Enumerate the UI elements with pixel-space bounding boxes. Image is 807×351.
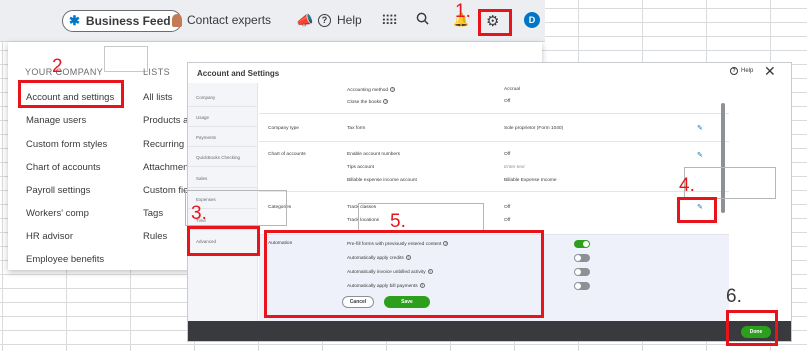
divider — [259, 113, 729, 114]
step-1-highlight — [478, 9, 512, 36]
tax-form-label: Tax form — [347, 126, 366, 131]
menu-item-tags[interactable]: Tags — [143, 208, 163, 219]
search-icon[interactable] — [416, 12, 429, 25]
menu-item-custom-form-styles[interactable]: Custom form styles — [26, 139, 107, 150]
billable-expense-income-account-label: Billable expense income account — [347, 178, 417, 183]
menu-item-employee-benefits[interactable]: Employee benefits — [26, 254, 104, 265]
divider — [259, 191, 729, 192]
sidebar-item-payments[interactable]: Payments — [196, 135, 216, 140]
step-4-highlight — [677, 197, 717, 223]
step-6-number: 6. — [726, 286, 742, 307]
billable-expense-income-account-value: Billable Expense Income — [504, 178, 557, 183]
your-company-heading: YOUR COMPANY — [25, 67, 104, 77]
menu-item-manage-users[interactable]: Manage users — [26, 115, 86, 126]
megaphone-icon[interactable]: 📣 — [296, 12, 313, 29]
divider — [188, 166, 258, 167]
menu-item-rules[interactable]: Rules — [143, 231, 167, 242]
info-icon: ? — [390, 87, 396, 92]
sidebar-item-usage[interactable]: Usage — [196, 115, 209, 120]
step-5-highlight — [264, 230, 544, 318]
enable-account-numbers-label: Enable account numbers — [347, 152, 401, 157]
step-1-number: 1. — [455, 1, 471, 22]
menu-item-custom-fields[interactable]: Custom fiel — [143, 185, 191, 196]
modal-footer: Done — [188, 321, 791, 341]
prefill-forms-toggle[interactable] — [574, 240, 590, 248]
sidebar-item-sales[interactable]: Sales — [196, 176, 207, 181]
divider — [188, 187, 258, 188]
step-2-number: 2 — [52, 56, 63, 77]
business-feed-label: Business Feed — [85, 14, 171, 28]
close-the-books-label: Close the books? — [347, 99, 389, 105]
user-avatar[interactable]: D — [524, 12, 540, 28]
step-4-number: 4. — [679, 175, 695, 196]
close-icon[interactable]: ✕ — [764, 63, 776, 79]
menu-item-payroll-settings[interactable]: Payroll settings — [26, 185, 90, 196]
tips-account-value: Enter text — [504, 165, 525, 170]
menu-item-hr-advisor[interactable]: HR advisor — [26, 231, 73, 242]
contact-experts-button[interactable]: Contact experts — [172, 13, 271, 27]
track-classes-value: Off — [504, 205, 511, 210]
question-icon: ? — [730, 67, 738, 75]
edit-pencil-icon[interactable]: ✎ — [697, 124, 703, 132]
business-feed-button[interactable]: ✱ Business Feed — [62, 10, 182, 32]
menu-item-workers-comp[interactable]: Workers' comp — [26, 208, 89, 219]
close-the-books-value: Off — [504, 99, 511, 104]
divider — [188, 146, 258, 147]
apps-grid-icon[interactable]: ⠿⠿ — [381, 13, 398, 29]
question-icon: ? — [318, 13, 331, 27]
empty-placeholder-box — [358, 203, 484, 233]
divider — [188, 106, 258, 107]
track-locations-value: Off — [504, 218, 511, 223]
modal-help-button[interactable]: ? Help — [730, 67, 753, 75]
step-5-number: 5. — [390, 211, 406, 232]
help-label: Help — [337, 13, 362, 27]
divider — [188, 126, 258, 127]
contact-experts-label: Contact experts — [187, 13, 272, 27]
tax-form-value: Sole proprietor (Form 1040) — [504, 126, 564, 131]
chart-of-accounts-section: Chart of accounts — [268, 152, 306, 157]
tips-account-label: Tips account — [347, 165, 375, 170]
empty-placeholder-box — [104, 46, 148, 72]
accounting-method-label: Accounting method? — [347, 87, 396, 93]
divider — [259, 141, 729, 142]
auto-apply-bill-payments-toggle[interactable] — [574, 282, 590, 290]
info-icon: ? — [383, 99, 389, 104]
enable-account-numbers-value: Off — [504, 152, 511, 157]
lists-heading: LISTS — [143, 67, 171, 77]
auto-apply-credits-toggle[interactable] — [574, 254, 590, 262]
menu-item-chart-of-accounts[interactable]: Chart of accounts — [26, 162, 100, 173]
edit-pencil-icon[interactable]: ✎ — [697, 151, 703, 159]
company-type-section: Company type — [268, 126, 299, 131]
modal-help-label: Help — [741, 68, 754, 74]
step-2-highlight — [18, 80, 124, 108]
sidebar-item-company[interactable]: Company — [196, 95, 215, 100]
empty-placeholder-box — [684, 167, 776, 199]
accounting-method-value: Accrual — [504, 87, 520, 92]
step-6-highlight — [726, 310, 778, 346]
sidebar-item-quickbooks-checking[interactable]: QuickBooks Checking — [196, 155, 240, 160]
modal-title: Account and Settings — [197, 69, 280, 78]
step-3-number: 3. — [191, 203, 207, 224]
expert-avatar-icon — [172, 13, 182, 27]
sparkle-icon: ✱ — [69, 13, 80, 28]
menu-item-all-lists[interactable]: All lists — [143, 92, 173, 103]
help-button[interactable]: ? Help — [318, 13, 362, 27]
step-3-highlight — [187, 226, 260, 256]
auto-invoice-unbilled-toggle[interactable] — [574, 268, 590, 276]
